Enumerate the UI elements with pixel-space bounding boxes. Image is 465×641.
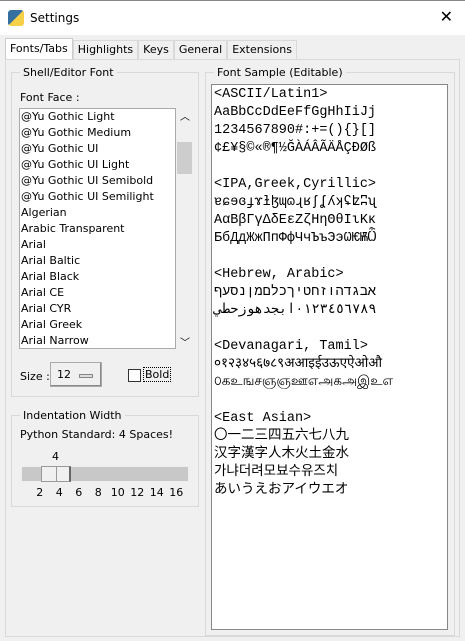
close-icon[interactable]: ✕ <box>440 7 453 26</box>
font-list-item[interactable]: Arial Greek <box>20 317 175 333</box>
sample-line: אבגדהוזחטיךכלםמןנסעף <box>214 285 377 300</box>
slider-tick-label: 16 <box>169 486 184 499</box>
indent-slider-thumb[interactable] <box>41 466 71 482</box>
sample-line: <Hebrew, Arabic> <box>214 267 344 282</box>
sample-line <box>214 320 445 338</box>
python-idle-icon <box>8 10 24 26</box>
font-list-item[interactable]: @Yu Gothic Light <box>20 109 175 125</box>
scroll-up-icon[interactable]: ︿ <box>180 108 190 123</box>
slider-tick-label: 14 <box>149 486 164 499</box>
sample-line: ०१२३४५६७८९अआइईउऊएऐओऔ <box>214 357 383 372</box>
sample-line: <Devanagari, Tamil> <box>214 339 368 354</box>
font-list-item[interactable]: Arial CE <box>20 285 175 301</box>
tab-extensions[interactable]: Extensions <box>227 40 297 59</box>
slider-tick-label: 6 <box>75 486 83 499</box>
sample-line: 가냐더려모뵤수유즈치 <box>214 465 339 480</box>
font-list-item[interactable]: @Yu Gothic Medium <box>20 125 175 141</box>
tab-keys[interactable]: Keys <box>138 40 174 59</box>
font-sample-legend: Font Sample (Editable) <box>217 66 343 79</box>
sample-line <box>214 158 445 176</box>
python-standard-note: Python Standard: 4 Spaces! <box>20 428 174 441</box>
indent-value: 4 <box>52 450 59 463</box>
tab-general[interactable]: General <box>173 40 228 59</box>
font-list-item[interactable]: Arial Black <box>20 269 175 285</box>
font-list-item[interactable]: Arial CYR <box>20 301 175 317</box>
dropdown-indicator-icon <box>79 374 93 378</box>
slider-tick-label: 8 <box>94 486 102 499</box>
sample-line: <IPA,Greek,Cyrillic> <box>214 177 377 192</box>
sample-line: ¢£¥§©«®¶½ĞÀÁÂÃÄÅÇÐØß <box>214 141 377 156</box>
sample-line <box>214 392 445 410</box>
font-size-dropdown[interactable]: 12 <box>50 362 102 387</box>
indent-slider-ticks: 2 4 6 8 10 12 14 16 <box>30 486 186 499</box>
sample-line: あいうえおアイウエオ <box>214 483 349 498</box>
sample-line: <ASCII/Latin1> <box>214 87 328 102</box>
sample-line: 1234567890#:+=(){}[] <box>214 123 377 138</box>
sample-line: ΑαΒβΓγΔδΕεΖζΗηΘθΙιΚκ <box>214 213 377 228</box>
font-sample-text[interactable]: <ASCII/Latin1> AaBbCcDdEeFfGgHhIiJj 123456… <box>211 84 448 630</box>
font-list-item[interactable]: @Yu Gothic UI Semibold <box>20 173 175 189</box>
slider-tick-label: 12 <box>130 486 145 499</box>
scroll-down-icon[interactable]: ﹀ <box>180 334 190 349</box>
scroll-thumb[interactable] <box>177 142 192 174</box>
font-list-item[interactable]: @Yu Gothic UI Semilight <box>20 189 175 205</box>
font-list-item[interactable]: Arial Baltic <box>20 253 175 269</box>
sample-line: ٠١٢٣٤٥٦٧٨٩ابجدهوزحطي <box>214 303 377 318</box>
sample-line: БбДдЖжПпФфЧчЪъЭэѠѤѬѼ <box>214 231 377 246</box>
size-label: Size : <box>20 370 50 383</box>
slider-tick-label: 2 <box>36 486 44 499</box>
font-list-item[interactable]: Arial Narrow <box>20 333 175 348</box>
font-list-item[interactable]: Arial <box>20 237 175 253</box>
window-title: Settings <box>30 11 80 25</box>
sample-line: ௦கஉஙசஞஞஊஎஅகஅஇஉஎ <box>214 375 393 390</box>
font-list-item[interactable]: @Yu Gothic UI <box>20 141 175 157</box>
sample-line: <East Asian> <box>214 411 312 426</box>
sample-line: ɐɕɘɞɟɤɫɮɰɷɻʁʃʆʎʞʢʫʭʯ <box>214 195 377 210</box>
font-group-legend: Shell/Editor Font <box>23 66 114 79</box>
title-bar: Settings ✕ <box>0 0 465 35</box>
bold-label[interactable]: Bold <box>143 367 172 382</box>
tab-bar: Fonts/Tabs Highlights Keys General Exten… <box>5 38 297 59</box>
sample-line: 汉字漢字人木火土金水 <box>214 447 349 462</box>
font-list-item[interactable]: Arabic Transparent <box>20 221 175 237</box>
font-list-scrollbar[interactable]: ︿ ﹀ <box>176 108 193 349</box>
sample-line: AaBbCcDdEeFfGgHhIiJj <box>214 105 377 120</box>
font-face-list[interactable]: @Yu Gothic Light @Yu Gothic Medium @Yu Got… <box>19 108 176 349</box>
slider-tick-label: 4 <box>55 486 63 499</box>
font-size-value: 12 <box>57 368 71 381</box>
font-face-label: Font Face : <box>20 91 80 104</box>
tab-fonts-tabs[interactable]: Fonts/Tabs <box>5 38 73 59</box>
indent-group-legend: Indentation Width <box>23 409 122 422</box>
bold-checkbox[interactable] <box>128 369 141 382</box>
font-list-item[interactable]: Algerian <box>20 205 175 221</box>
sample-line <box>214 248 445 266</box>
slider-tick-label: 10 <box>110 486 125 499</box>
sample-line: 〇一二三四五六七八九 <box>214 429 349 444</box>
tab-highlights[interactable]: Highlights <box>72 40 139 59</box>
font-list-item[interactable]: @Yu Gothic UI Light <box>20 157 175 173</box>
